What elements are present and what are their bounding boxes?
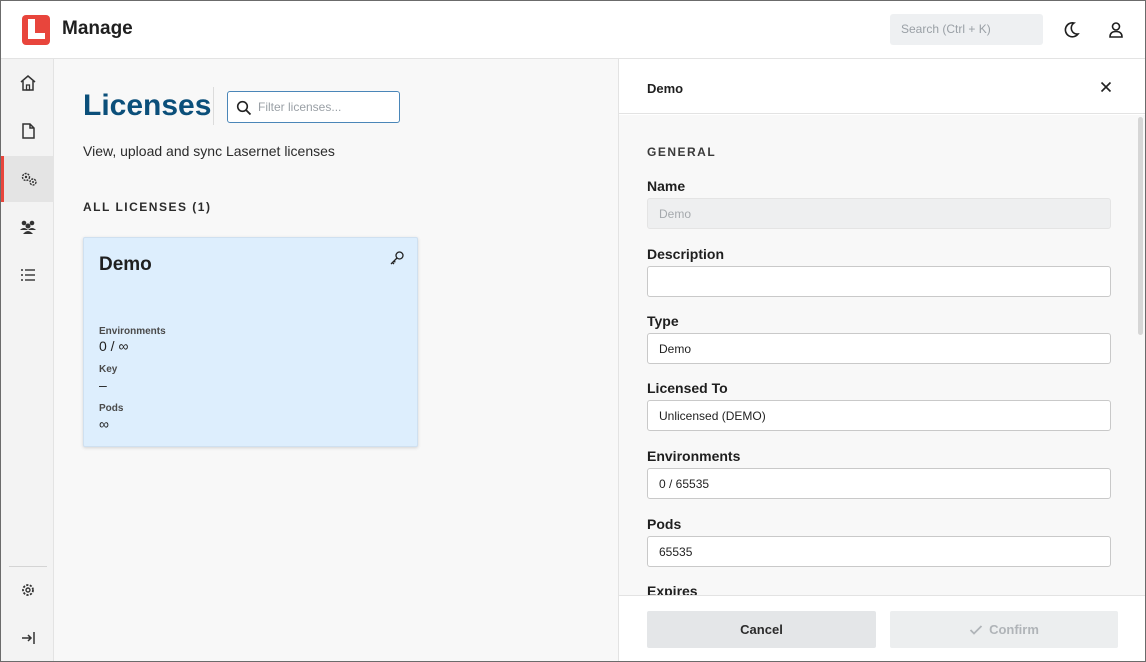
cancel-button-label: Cancel: [740, 622, 783, 637]
user-account-icon[interactable]: [1106, 20, 1126, 40]
global-search-input[interactable]: Search (Ctrl + K): [890, 14, 1043, 45]
dark-mode-toggle-icon[interactable]: [1062, 20, 1082, 40]
list-icon: [20, 269, 35, 281]
license-card-title: Demo: [99, 254, 152, 275]
name-field: Demo: [647, 198, 1111, 229]
app-window: Manage Search (Ctrl + K) Licenses Filter…: [0, 0, 1146, 662]
general-section-heading: GENERAL: [647, 145, 717, 159]
panel-footer: Cancel Confirm: [619, 595, 1145, 661]
close-icon[interactable]: [1096, 77, 1116, 97]
document-icon: [21, 123, 35, 139]
panel-title: Demo: [647, 81, 684, 96]
card-environments-value: 0 / ∞: [99, 338, 129, 354]
lasernet-logo-icon[interactable]: [22, 15, 50, 45]
card-pods-value: ∞: [99, 416, 109, 432]
page-subtitle: View, upload and sync Lasernet licenses: [83, 143, 335, 159]
description-field[interactable]: [647, 266, 1111, 297]
home-icon: [20, 75, 35, 91]
sidebar-item-settings[interactable]: [1, 567, 54, 613]
environments-field[interactable]: 0 / 65535: [647, 468, 1111, 499]
check-icon: [969, 624, 983, 635]
confirm-button-label: Confirm: [989, 622, 1039, 637]
license-card[interactable]: Demo Environments 0 / ∞ Key – Pods ∞: [83, 237, 418, 447]
key-icon[interactable]: [389, 250, 405, 266]
panel-header: Demo: [619, 59, 1145, 114]
type-field[interactable]: Demo: [647, 333, 1111, 364]
licensed-to-label: Licensed To: [647, 380, 728, 396]
card-key-label: Key: [99, 364, 118, 375]
pods-label: Pods: [647, 516, 682, 532]
pods-field[interactable]: 65535: [647, 536, 1111, 567]
name-label: Name: [647, 178, 686, 194]
license-detail-panel: Demo GENERAL Name Demo Description Type …: [618, 59, 1145, 661]
search-icon: [236, 100, 252, 116]
sidebar-item-documents[interactable]: [1, 108, 54, 154]
confirm-button[interactable]: Confirm: [890, 611, 1118, 648]
panel-scrollbar[interactable]: [1138, 117, 1143, 335]
page-title: Licenses: [83, 89, 212, 122]
settings-icon: [21, 584, 34, 596]
users-icon: [19, 220, 36, 234]
logout-icon: [21, 632, 35, 644]
all-licenses-heading: ALL LICENSES (1): [83, 200, 212, 214]
licensed-to-field[interactable]: Unlicensed (DEMO): [647, 400, 1111, 431]
sidebar-item-licenses[interactable]: [1, 156, 54, 202]
expires-label: Expires: [647, 583, 698, 595]
filter-licenses-field[interactable]: [227, 91, 400, 123]
cancel-button[interactable]: Cancel: [647, 611, 876, 648]
sidebar: [1, 59, 54, 661]
title-divider: [213, 87, 214, 125]
sidebar-item-users[interactable]: [1, 204, 54, 250]
type-label: Type: [647, 313, 679, 329]
sidebar-item-home[interactable]: [1, 60, 54, 106]
sidebar-item-logout[interactable]: [1, 615, 54, 661]
app-title: Manage: [62, 18, 133, 39]
card-environments-label: Environments: [99, 326, 166, 337]
main-content: Licenses View, upload and sync Lasernet …: [55, 59, 618, 661]
card-key-value: –: [99, 377, 107, 393]
sidebar-item-list[interactable]: [1, 252, 54, 298]
card-pods-label: Pods: [99, 403, 124, 414]
description-label: Description: [647, 246, 725, 262]
environments-label: Environments: [647, 448, 741, 464]
gears-icon: [21, 172, 37, 186]
panel-form: GENERAL Name Demo Description Type Demo …: [619, 115, 1145, 595]
top-bar: Manage Search (Ctrl + K): [1, 1, 1145, 59]
filter-licenses-input[interactable]: [258, 98, 393, 116]
